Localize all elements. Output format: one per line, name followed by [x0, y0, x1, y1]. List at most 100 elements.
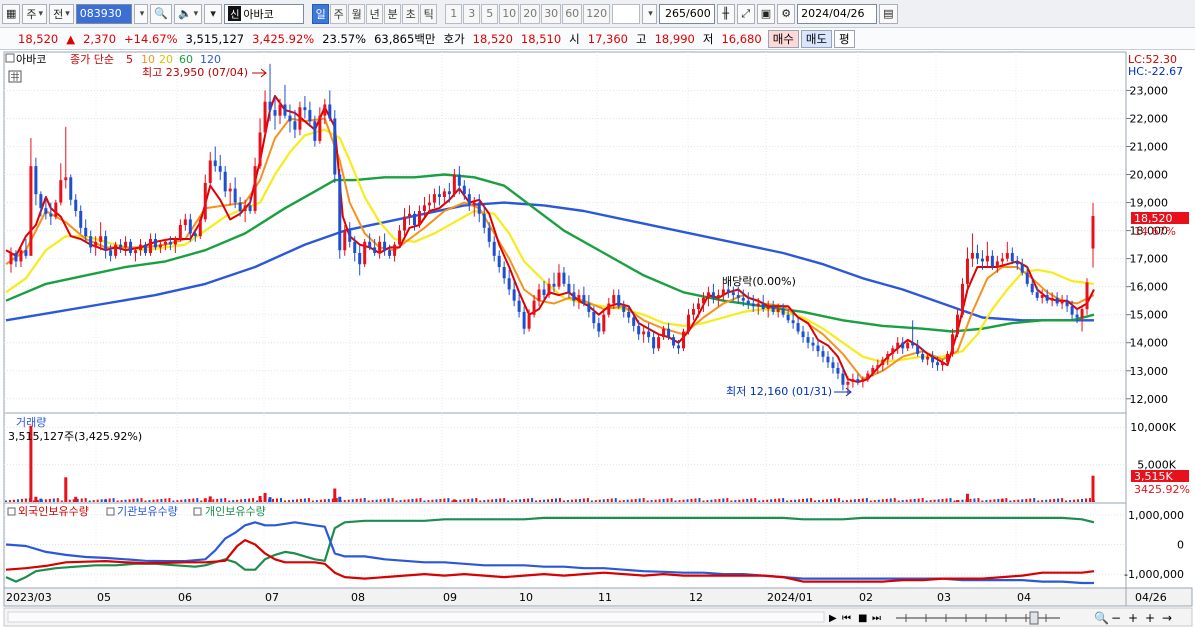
zoom-out-search-icon[interactable]: 🔍 [1094, 610, 1109, 625]
interval-custom-input[interactable] [612, 3, 641, 24]
volume-bar-base [327, 498, 330, 502]
candle-body [517, 300, 521, 312]
candle-body [373, 247, 377, 254]
volume-bar-base [128, 499, 131, 502]
volume-bar-base [642, 498, 645, 502]
period-3[interactable]: 년 [366, 3, 384, 24]
volume-bar-base [503, 498, 506, 502]
scroll-track[interactable] [7, 611, 825, 623]
volume-bar-base [1081, 498, 1084, 502]
chart-area[interactable]: 23,000 22,000 21,000 20,000 19,000 18,000 17,0… [0, 50, 1195, 629]
settings-icon[interactable]: ⚙ [777, 3, 796, 24]
legend-square-icon [5, 53, 15, 63]
interval-dropdown[interactable] [642, 3, 657, 24]
save-icon[interactable]: ▣ [756, 3, 776, 24]
volume-bar-base [16, 499, 19, 502]
volume-bar-base [355, 498, 358, 502]
interval-10[interactable]: 10 [499, 3, 520, 24]
scroll-right-icon[interactable]: ▶ [829, 613, 837, 624]
date-value: 2024/04/26 [801, 7, 865, 20]
chart-type-icon[interactable]: ╫ [716, 3, 735, 24]
calendar-icon[interactable]: ▤ [879, 3, 898, 24]
filter-select[interactable]: 전 [49, 3, 74, 24]
count-value: 265 [665, 7, 687, 20]
buy-button[interactable]: 매수 [767, 29, 799, 48]
volume-bar-base [283, 500, 286, 502]
candle-body [856, 379, 860, 382]
sound-icon[interactable]: 🔈 [173, 3, 203, 24]
interval-30[interactable]: 30 [541, 3, 562, 24]
volume-bar-base [726, 498, 729, 502]
interval-60[interactable]: 60 [562, 3, 583, 24]
volume-bar-base [196, 498, 199, 502]
candle-body [871, 367, 875, 374]
candle-body [109, 250, 113, 256]
search-icon[interactable]: 🔍 [150, 3, 172, 24]
candle-body [29, 166, 33, 256]
volume-bar-base [917, 498, 920, 502]
candle-body [612, 295, 616, 304]
period-0[interactable]: 일 [312, 3, 330, 24]
interval-1[interactable]: 1 [445, 3, 463, 24]
scroll-stop-icon[interactable]: ■ [858, 613, 867, 624]
volume-bar-base [941, 498, 944, 502]
code-input[interactable]: 083930 [75, 3, 132, 24]
volume-bar-base [802, 498, 805, 502]
stock-name-field[interactable]: 신 아바코 [224, 3, 305, 24]
volume-bar-base [650, 500, 653, 502]
volume-bar-base [662, 498, 665, 502]
volume-bar-base [698, 498, 701, 502]
grid-toggle-icon[interactable] [8, 70, 22, 83]
period-1[interactable]: 주 [330, 3, 348, 24]
eval-button[interactable]: 평 [834, 29, 855, 48]
bid-label: 호가 [443, 31, 465, 46]
window-menu-icon[interactable]: ▦ [2, 3, 21, 24]
period-2[interactable]: 월 [348, 3, 366, 24]
code-dropdown[interactable] [133, 3, 149, 24]
zoom-in-icon[interactable]: + [1128, 611, 1138, 625]
candle-body [213, 160, 217, 167]
period-4[interactable]: 분 [384, 3, 402, 24]
chart-svg[interactable]: 23,00022,00021,00020,00019,00018,00017,0… [0, 50, 1195, 629]
candle-body [642, 331, 646, 335]
volume-bar-base [865, 498, 868, 502]
volume-bar-base [798, 499, 801, 502]
candle-body [173, 239, 177, 245]
legend-stock: 아바코 [16, 53, 46, 66]
zoom-out-icon[interactable]: − [1111, 611, 1121, 625]
candle-body [587, 303, 591, 312]
volume-bar-base [192, 498, 195, 502]
volume-bar [34, 496, 38, 502]
zoom-fit-icon[interactable]: + [1145, 611, 1155, 625]
x-tick-label: 2024/01 [767, 591, 813, 604]
candle-body [811, 342, 815, 346]
interval-20[interactable]: 20 [520, 3, 541, 24]
volume-bar-base [180, 499, 183, 502]
candle-body [129, 241, 133, 254]
volume-bar-base [152, 499, 155, 502]
zoom-reset-icon[interactable]: → [1162, 611, 1172, 625]
interval-5[interactable]: 5 [481, 3, 499, 24]
volume-bar-base [276, 498, 279, 502]
interval-3[interactable]: 3 [463, 3, 481, 24]
volume-bar [333, 488, 337, 502]
volume-bar-base [236, 499, 239, 502]
count-field[interactable]: 265/600 [658, 3, 715, 24]
scroll-prev-icon[interactable]: ⏮ [842, 613, 851, 624]
pin-icon[interactable]: ▾ [204, 3, 223, 24]
volume-bar-base [881, 499, 884, 502]
candle-body [437, 194, 441, 197]
draw-tool-icon[interactable]: ⤢ [736, 3, 755, 24]
bid-price: 18,510 [520, 31, 562, 46]
sell-button[interactable]: 매도 [800, 29, 833, 48]
period-6[interactable]: 틱 [420, 3, 438, 24]
zoom-thumb[interactable] [1029, 611, 1039, 625]
period-5[interactable]: 초 [402, 3, 420, 24]
market-select[interactable]: 주 [22, 3, 48, 24]
volume-bar [39, 498, 43, 502]
interval-120[interactable]: 120 [583, 3, 611, 24]
hc-label: HC:-22.67 [1128, 65, 1183, 78]
scroll-next-icon[interactable]: ⏭ [872, 613, 881, 624]
candle-body [223, 171, 227, 192]
date-input[interactable]: 2024/04/26 [797, 3, 878, 24]
